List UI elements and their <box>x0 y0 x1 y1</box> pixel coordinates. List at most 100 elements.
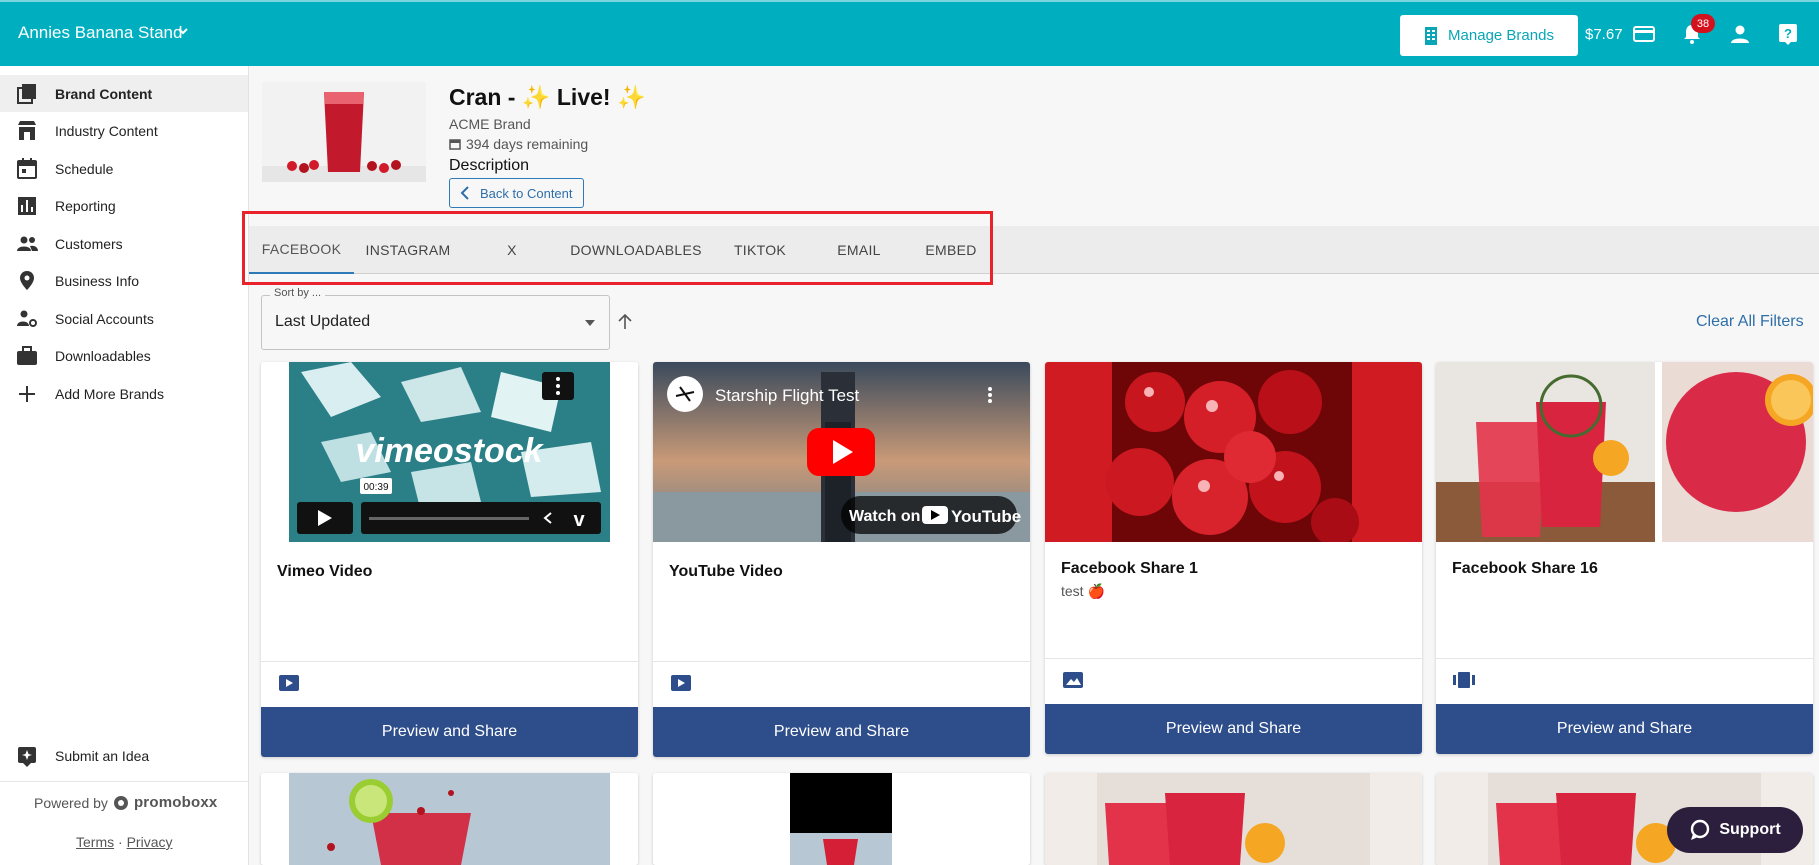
content-card[interactable] <box>653 773 1030 865</box>
back-to-content-button[interactable]: Back to Content <box>449 178 584 208</box>
people-icon <box>17 236 38 251</box>
terms-link[interactable]: Terms <box>76 834 114 850</box>
preview-and-share-button[interactable]: Preview and Share <box>261 707 638 757</box>
building-icon <box>1425 26 1438 45</box>
submit-idea-link[interactable]: Submit an Idea <box>0 737 248 774</box>
tab-email[interactable]: EMAIL <box>816 226 902 274</box>
brand-name: ACME Brand <box>449 116 531 132</box>
sidebar-item-label: Social Accounts <box>55 310 154 327</box>
sidebar-item-customers[interactable]: Customers <box>0 225 248 262</box>
sidebar-item-label: Brand Content <box>55 85 153 102</box>
days-remaining-text: 394 days remaining <box>466 136 589 152</box>
top-bar: Annies Banana Stand Manage Brands $7.67 … <box>0 0 1819 66</box>
sidebar-item-label: Customers <box>55 235 123 252</box>
sidebar-item-brand-content[interactable]: Brand Content <box>0 75 248 112</box>
sort-direction-arrow-icon[interactable] <box>616 313 634 331</box>
card-media[interactable] <box>1436 362 1813 542</box>
manage-brands-button[interactable]: Manage Brands <box>1400 15 1578 56</box>
content-card-vimeo[interactable]: vimeostock 00:39 v Vimeo Video Preview a… <box>261 362 638 757</box>
content-thumbnail <box>262 82 426 182</box>
description-label: Description <box>449 157 530 174</box>
clear-all-filters-link[interactable]: Clear All Filters <box>1696 313 1804 331</box>
content-card-youtube[interactable]: Starship Flight Test Watch on YouTube Yo… <box>653 362 1030 757</box>
card-title: Facebook Share 16 <box>1452 560 1598 577</box>
credit-card-icon[interactable] <box>1632 22 1656 46</box>
tab-label: EMBED <box>925 242 977 258</box>
calendar-icon <box>449 139 461 150</box>
tab-downloadables[interactable]: DOWNLOADABLES <box>568 226 704 274</box>
preview-and-share-button[interactable]: Preview and Share <box>653 707 1030 757</box>
sidebar: Brand Content Industry Content Schedule … <box>0 66 249 865</box>
tab-facebook[interactable]: FACEBOOK <box>249 226 354 274</box>
privacy-link[interactable]: Privacy <box>127 834 173 850</box>
vimeo-watermark: vimeostock <box>355 432 544 470</box>
chat-bubble-icon <box>1691 819 1710 840</box>
promoboxx-logo: promoboxx <box>133 794 218 811</box>
content-card[interactable] <box>261 773 638 865</box>
sidebar-item-label: Reporting <box>55 197 116 214</box>
tab-tiktok[interactable]: TIKTOK <box>710 226 810 274</box>
tab-label: FACEBOOK <box>261 241 342 257</box>
account-settings-icon <box>17 310 37 327</box>
user-icon[interactable] <box>1728 22 1752 46</box>
sidebar-item-social-accounts[interactable]: Social Accounts <box>0 300 248 337</box>
library-icon <box>17 83 36 104</box>
sidebar-item-schedule[interactable]: Schedule <box>0 150 248 187</box>
plus-icon <box>19 385 35 402</box>
divider <box>1045 658 1422 659</box>
sort-label: Sort by ... <box>270 287 326 299</box>
card-subtitle: test 🍎 <box>1061 583 1105 599</box>
org-switcher-label[interactable]: Annies Banana Stand <box>18 23 182 43</box>
tab-label: DOWNLOADABLES <box>570 242 702 258</box>
card-title: Facebook Share 1 <box>1061 560 1198 577</box>
lightbulb-icon <box>18 746 36 767</box>
image-icon <box>1063 672 1083 688</box>
back-to-content-label: Back to Content <box>480 185 573 201</box>
card-media[interactable]: vimeostock 00:39 v <box>261 362 638 542</box>
content-card[interactable] <box>1045 773 1422 865</box>
tab-embed[interactable]: EMBED <box>908 226 994 274</box>
divider <box>0 781 248 782</box>
sidebar-item-label: Industry Content <box>55 122 158 139</box>
sidebar-item-business-info[interactable]: Business Info <box>0 262 248 299</box>
sidebar-item-add-more-brands[interactable]: Add More Brands <box>0 375 248 412</box>
sidebar-item-reporting[interactable]: Reporting <box>0 187 248 224</box>
powered-by: Powered by promoboxx <box>34 794 217 811</box>
legal-links: Terms · Privacy <box>76 834 172 850</box>
sidebar-item-downloadables[interactable]: Downloadables <box>0 337 248 374</box>
location-pin-icon <box>20 270 34 290</box>
support-button[interactable]: Support <box>1667 807 1803 853</box>
tab-label: X <box>507 242 517 258</box>
bar-chart-icon <box>18 196 36 215</box>
content-card-facebook-share-16[interactable]: Facebook Share 16 Preview and Share <box>1436 362 1813 754</box>
chevron-down-icon[interactable] <box>176 24 190 38</box>
legal-separator: · <box>118 834 123 850</box>
title-word: Live! <box>556 84 611 110</box>
content-card-facebook-share-1[interactable]: Facebook Share 1 test 🍎 Preview and Shar… <box>1045 362 1422 754</box>
sidebar-item-industry-content[interactable]: Industry Content <box>0 112 248 149</box>
tab-label: EMAIL <box>837 242 881 258</box>
store-icon <box>18 120 36 140</box>
carousel-icon <box>1453 672 1475 688</box>
page-title: Cran - ✨ Live! ✨ <box>449 84 646 111</box>
card-title: Vimeo Video <box>277 563 373 580</box>
video-icon <box>671 675 691 691</box>
briefcase-icon <box>17 345 37 365</box>
chevron-left-icon <box>460 186 469 200</box>
preview-and-share-button[interactable]: Preview and Share <box>1436 704 1813 754</box>
help-icon[interactable]: ? <box>1776 22 1800 46</box>
watch-on-label: Watch on <box>849 508 920 525</box>
notification-badge: 38 <box>1691 14 1715 33</box>
tab-label: TIKTOK <box>733 242 787 258</box>
divider <box>1436 658 1813 659</box>
card-media[interactable] <box>1045 362 1422 542</box>
preview-and-share-button[interactable]: Preview and Share <box>1045 704 1422 754</box>
dropdown-caret-icon[interactable] <box>584 317 596 329</box>
tab-x[interactable]: X <box>462 226 562 274</box>
video-title: Starship Flight Test <box>715 386 860 405</box>
sparkle-icon: ✨ <box>521 84 551 110</box>
submit-idea-label: Submit an Idea <box>55 747 150 764</box>
account-balance[interactable]: $7.67 <box>1585 26 1623 43</box>
card-media[interactable]: Starship Flight Test Watch on YouTube <box>653 362 1030 542</box>
tab-instagram[interactable]: INSTAGRAM <box>360 226 456 274</box>
